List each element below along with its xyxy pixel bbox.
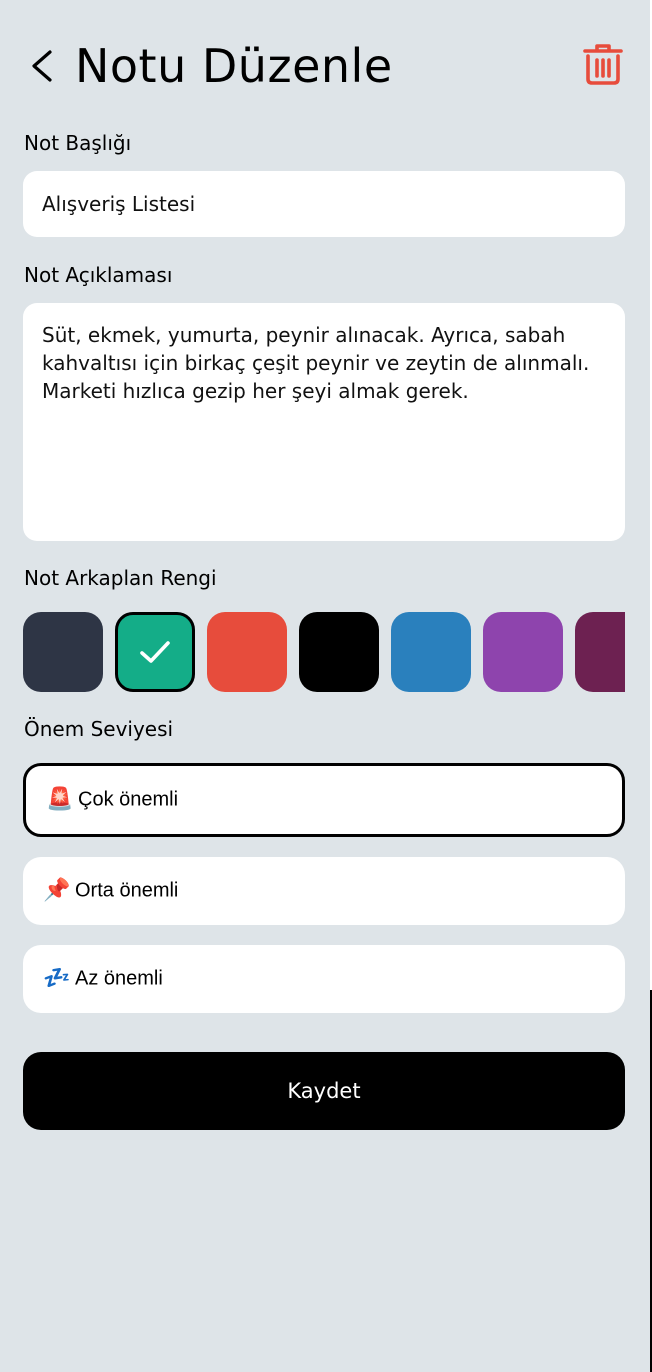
- description-label: Not Açıklaması: [24, 263, 173, 287]
- screen-background: Notu Düzenle Not Başlığı Not Açıklaması …: [0, 0, 650, 1372]
- color-swatch[interactable]: [299, 612, 379, 692]
- title-input[interactable]: [23, 171, 625, 237]
- page-title: Notu Düzenle: [75, 39, 393, 93]
- color-swatch-row: [23, 612, 625, 692]
- color-swatch[interactable]: [23, 612, 103, 692]
- priority-option[interactable]: 📌 Orta önemli: [23, 857, 625, 925]
- priority-emoji: 💤: [43, 966, 71, 991]
- trash-icon: [583, 44, 623, 85]
- color-swatch[interactable]: [391, 612, 471, 692]
- color-swatch[interactable]: [483, 612, 563, 692]
- priority-option-label: Çok önemli: [78, 788, 179, 811]
- color-swatch[interactable]: [115, 612, 195, 692]
- check-icon: [140, 641, 170, 663]
- title-label: Not Başlığı: [24, 131, 132, 155]
- chevron-left-icon: [32, 50, 52, 82]
- priority-label: Önem Seviyesi: [24, 717, 174, 741]
- priority-option[interactable]: 🚨 Çok önemli: [23, 763, 625, 837]
- color-swatch[interactable]: [207, 612, 287, 692]
- color-label: Not Arkaplan Rengi: [24, 566, 217, 590]
- priority-option[interactable]: 💤 Az önemli: [23, 945, 625, 1013]
- color-swatch[interactable]: [575, 612, 625, 692]
- header: Notu Düzenle: [24, 30, 626, 102]
- back-button[interactable]: [26, 46, 60, 86]
- priority-emoji: 🚨: [46, 787, 74, 812]
- priority-option-label: Az önemli: [75, 967, 163, 990]
- priority-emoji: 📌: [43, 878, 71, 903]
- delete-button[interactable]: [582, 42, 624, 86]
- priority-option-label: Orta önemli: [75, 879, 179, 902]
- save-button[interactable]: Kaydet: [23, 1052, 625, 1130]
- description-input[interactable]: Süt, ekmek, yumurta, peynir alınacak. Ay…: [23, 303, 625, 541]
